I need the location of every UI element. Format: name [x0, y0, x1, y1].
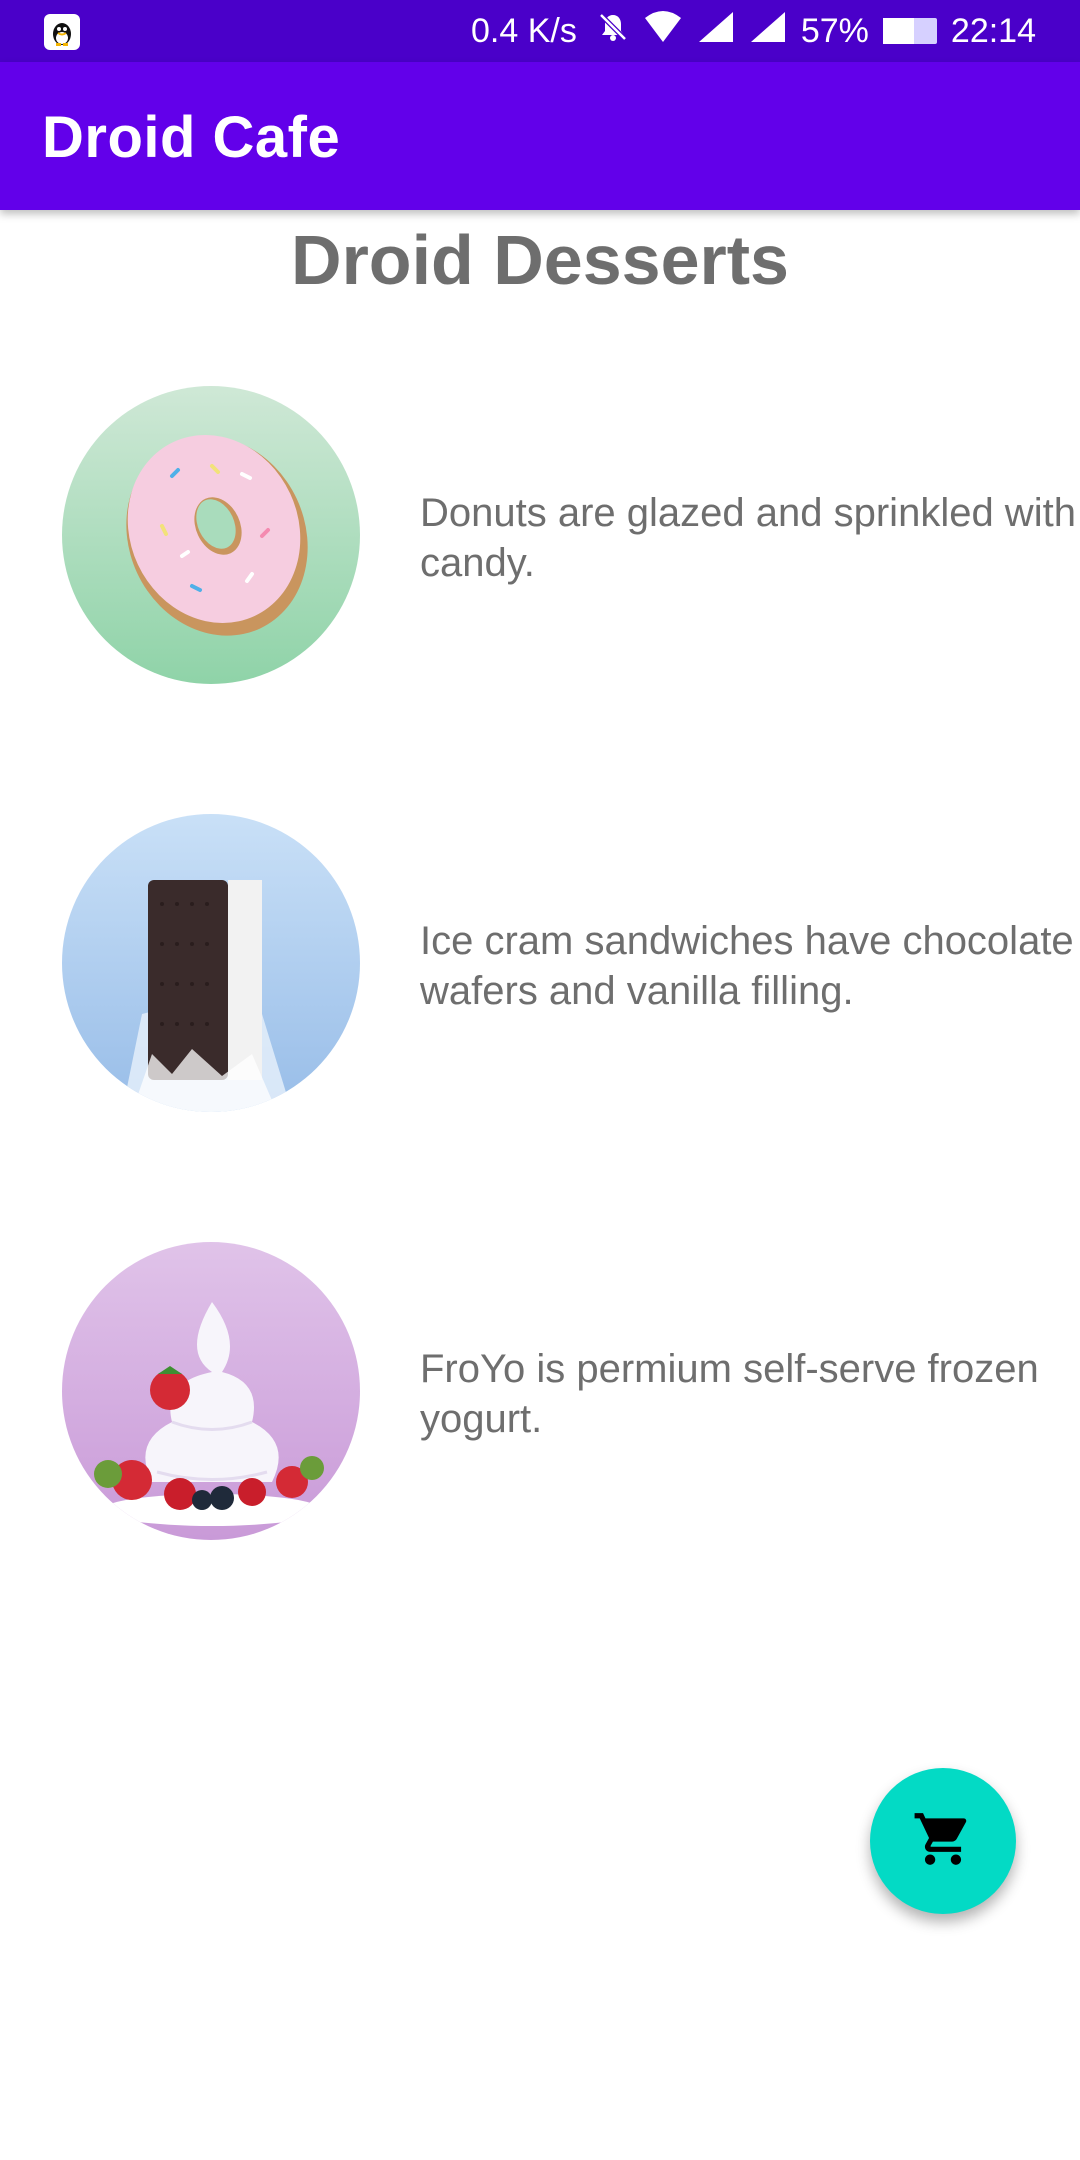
shopping-cart-icon [912, 1808, 974, 1875]
dessert-item-ice-cream-sandwich: Ice cram sandwiches have chocolate wafer… [62, 814, 1074, 1114]
signal-icon-1 [697, 10, 735, 53]
dessert-description: Ice cram sandwiches have chocolate wafer… [420, 919, 1074, 1013]
network-speed: 0.4 K/s [471, 11, 577, 50]
froyo-image[interactable] [62, 1242, 360, 1540]
app-title: Droid Cafe [42, 105, 341, 170]
dessert-description: Donuts are glazed and sprinkled with can… [420, 491, 1076, 585]
qq-notification-icon [44, 14, 80, 50]
app-bar: Droid Cafe [0, 62, 1080, 210]
battery-icon [882, 18, 937, 44]
ice-cream-sandwich-image[interactable] [62, 814, 360, 1112]
clock: 22:14 [950, 11, 1036, 50]
dessert-item-donut: Donuts are glazed and sprinkled with can… [62, 386, 1076, 686]
dessert-description: FroYo is permium self-serve frozen yogur… [420, 1347, 1039, 1441]
signal-icon-2 [749, 10, 787, 53]
battery-percent: 57% [800, 11, 869, 50]
cart-fab-button[interactable] [870, 1768, 1016, 1914]
page-title: Droid Desserts [291, 221, 789, 299]
donut-image[interactable] [62, 386, 360, 684]
mute-bell-icon [597, 11, 629, 52]
status-icons: 0.4 K/s 57% 22:14 [471, 0, 1036, 62]
status-bar: 0.4 K/s 57% 22:14 [0, 0, 1080, 62]
dessert-item-froyo: FroYo is permium self-serve frozen yogur… [62, 1242, 1062, 1542]
wifi-icon [643, 10, 683, 53]
